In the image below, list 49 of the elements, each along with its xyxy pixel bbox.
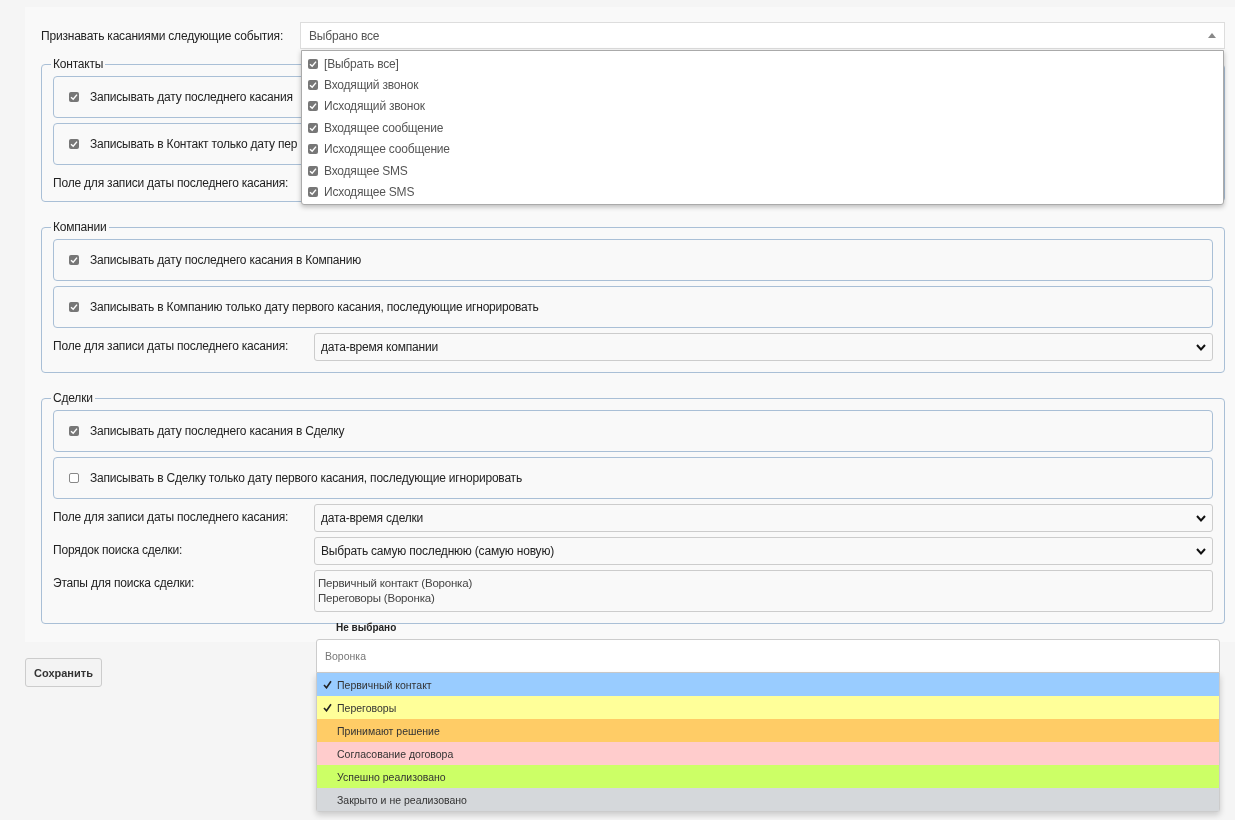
save-button[interactable]: Сохранить — [25, 658, 102, 687]
field-label: Поле для записи даты последнего касания: — [53, 510, 289, 524]
section-title: Сделки — [52, 391, 94, 405]
checkbox[interactable] — [308, 187, 318, 198]
option-label[interactable]: Исходящее SMS — [324, 185, 415, 200]
option-label[interactable]: Входящее сообщение — [324, 120, 444, 135]
select-field[interactable]: Выбрать самую последнюю (самую новую) — [314, 537, 1213, 565]
chevron-down-icon — [1196, 547, 1206, 555]
field-label: Признавать касаниями следующие события: — [41, 28, 285, 43]
select-field[interactable]: дата-время сделки — [314, 504, 1213, 532]
stage-option[interactable]: Согласование договора — [317, 742, 1219, 765]
dropdown-header: Не выбрано — [336, 622, 397, 633]
checkbox-label: Записывать в Сделку только дату первого касания, последующие игнорировать — [90, 471, 522, 485]
checkbox[interactable] — [308, 165, 318, 176]
checkbox[interactable] — [308, 80, 318, 91]
checkbox[interactable] — [308, 122, 318, 133]
option-label[interactable]: Входящее SMS — [324, 163, 408, 178]
field-label: Этапы для поиска сделки: — [53, 576, 195, 590]
checkbox-label: Записывать дату последнего касания в Сделку — [90, 424, 345, 438]
stage-option[interactable]: Успешно реализовано — [317, 765, 1219, 788]
option-label[interactable]: Входящий звонок — [324, 78, 419, 93]
checkbox[interactable] — [308, 58, 318, 69]
stage-option[interactable]: Переговоры — [317, 696, 1219, 719]
search-field[interactable]: Воронка — [316, 639, 1220, 673]
section-title: Компании — [52, 220, 108, 234]
checkbox[interactable] — [308, 101, 318, 112]
checkbox[interactable] — [69, 473, 79, 483]
field-label: Порядок поиска сделки: — [53, 543, 183, 557]
select-field[interactable]: дата-время компании — [314, 333, 1213, 361]
checkmark-icon — [323, 703, 332, 712]
checkbox-label: Записывать дату последнего касания — [90, 90, 293, 104]
checkbox[interactable] — [308, 144, 318, 155]
stage-list-field[interactable]: Первичный контакт (Воронка) Переговоры (Воронка) — [314, 570, 1213, 612]
caret-up-icon — [1208, 33, 1216, 38]
chevron-down-icon — [1196, 514, 1206, 522]
checkbox-label: Записывать дату последнего касания в Компанию — [90, 253, 361, 267]
checkbox-label: Записывать в Компанию только дату первого касания, последующие игнорировать — [90, 300, 539, 314]
option-label[interactable]: Исходящий звонок — [324, 99, 425, 114]
checkmark-icon — [323, 680, 332, 689]
chevron-down-icon — [1196, 343, 1206, 351]
checkbox-label: Записывать в Контакт только дату пер — [90, 137, 298, 151]
field-label: Поле для записи даты последнего касания: — [53, 339, 289, 353]
option-label[interactable]: Исходящее сообщение — [324, 142, 450, 157]
option-label[interactable]: [Выбрать все] — [324, 56, 399, 71]
section-title: Контакты — [52, 57, 105, 71]
field-label: Поле для записи даты последнего касания: — [53, 176, 289, 190]
stage-option[interactable]: Первичный контакт — [317, 673, 1219, 696]
stage-option[interactable]: Принимают решение — [317, 719, 1219, 742]
stage-option[interactable]: Закрыто и не реализовано — [317, 788, 1219, 811]
